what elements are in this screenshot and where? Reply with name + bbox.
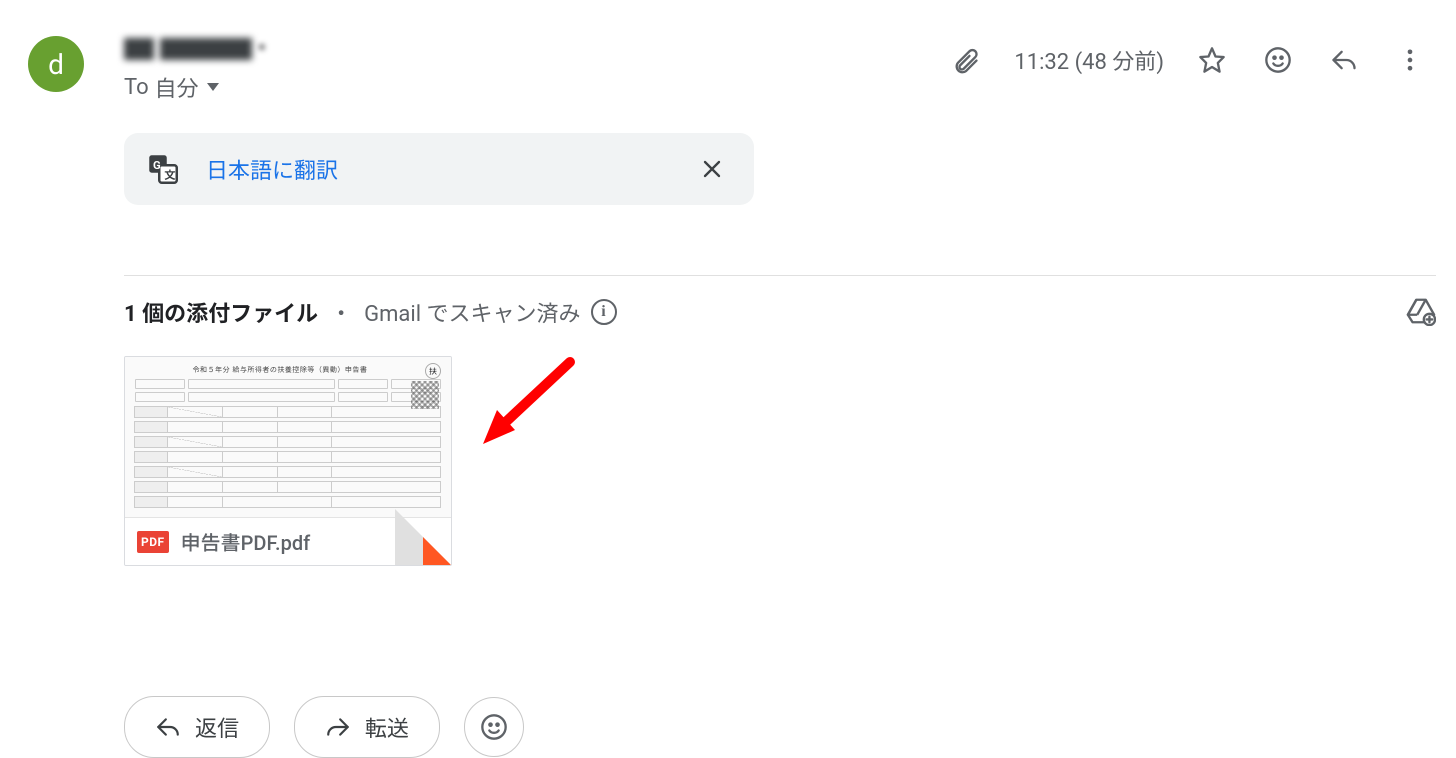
- translate-label: 日本語に翻訳: [206, 153, 694, 185]
- scanned-label: Gmail でスキャン済み: [364, 296, 580, 328]
- more-icon[interactable]: [1392, 42, 1428, 78]
- folded-corner-icon: [395, 509, 451, 565]
- attachment-thumbnail: 令和５年分 給与所得者の扶養控除等（異動）申告書 扶: [125, 357, 451, 517]
- reply-icon[interactable]: [1326, 42, 1362, 78]
- separator-dot: ・: [330, 296, 352, 328]
- svg-text:文: 文: [164, 169, 175, 182]
- to-prefix: To: [124, 75, 149, 100]
- attachment-card[interactable]: 令和５年分 給与所得者の扶養控除等（異動）申告書 扶 PDF 申告書PDF.pd…: [124, 356, 452, 566]
- forward-label: 転送: [365, 711, 409, 743]
- info-icon[interactable]: i: [591, 299, 617, 325]
- reply-label: 返信: [195, 711, 239, 743]
- star-icon[interactable]: [1194, 42, 1230, 78]
- forward-button[interactable]: 転送: [294, 696, 440, 758]
- avatar[interactable]: d: [28, 36, 84, 92]
- reply-button[interactable]: 返信: [124, 696, 270, 758]
- translate-bar[interactable]: G文 日本語に翻訳: [124, 133, 754, 205]
- timestamp: 11:32 (48 分前): [1014, 44, 1164, 76]
- translate-icon: G文: [148, 154, 178, 184]
- avatar-initial: d: [48, 48, 64, 81]
- to-recipient: 自分: [155, 71, 199, 103]
- react-emoji-icon[interactable]: [1260, 42, 1296, 78]
- attachment-icon[interactable]: [948, 42, 984, 78]
- chevron-down-icon: [207, 83, 219, 91]
- close-icon[interactable]: [694, 151, 730, 187]
- save-to-drive-icon[interactable]: [1406, 296, 1436, 331]
- pdf-badge: PDF: [137, 531, 169, 553]
- attachment-filename: 申告書PDF.pdf: [181, 527, 311, 556]
- react-emoji-button[interactable]: [464, 697, 524, 757]
- svg-text:G: G: [153, 159, 161, 172]
- attachment-count: 1 個の添付ファイル: [124, 296, 318, 328]
